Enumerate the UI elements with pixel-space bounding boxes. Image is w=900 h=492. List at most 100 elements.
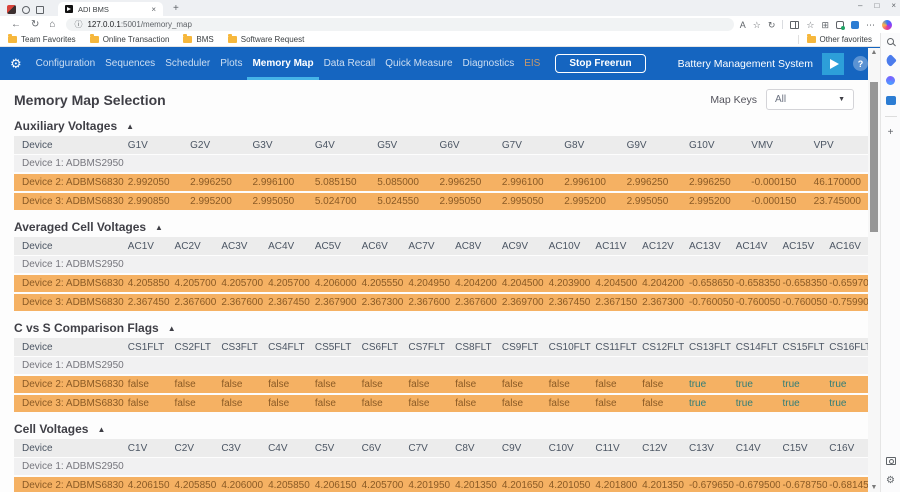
m365-copilot-icon[interactable] [886,96,896,105]
tab-actions-icon[interactable] [22,6,30,14]
value-cell: 4.206000 [313,278,360,289]
scrollbar-thumb[interactable] [870,82,878,232]
value-cell: 4.203900 [547,278,594,289]
nav-item-scheduler[interactable]: Scheduler [160,47,215,80]
tab-close-icon[interactable]: × [151,5,156,14]
search-icon[interactable] [887,38,894,45]
column-header: AC4V [266,241,313,252]
new-tab-button[interactable]: + [173,3,179,14]
scroll-down-icon[interactable]: ▼ [868,484,880,491]
run-play-icon[interactable] [822,53,844,75]
address-bar[interactable]: ⓘ 127.0.0.1:5001/memory_map [66,18,733,31]
window-maximize-button[interactable]: □ [874,1,879,11]
refresh-icon[interactable]: ↻ [31,19,39,30]
value-cell: false [500,398,547,409]
settings-gear-icon[interactable]: ⚙ [10,56,22,72]
help-icon[interactable]: ? [853,56,868,71]
value-cell: false [313,398,360,409]
section-header-cell-voltages[interactable]: Cell Voltages▲ [0,419,874,439]
tab-favicon-icon [65,5,73,13]
section-cell-voltages: Cell Voltages▲DeviceC1VC2VC3VC4VC5VC6VC7… [0,419,874,492]
collections-icon[interactable]: ⊞ [821,20,829,30]
section-averaged-cell-voltages: Averaged Cell Voltages▲DeviceAC1VAC2VAC3… [0,217,874,311]
value-cell: false [406,398,453,409]
vertical-tabs-icon[interactable] [36,6,44,14]
sidebar-settings-icon[interactable]: ⚙ [886,475,895,486]
column-header: C4V [266,443,313,454]
table-row[interactable]: Device 1: ADBMS2950 [14,458,874,475]
section-header-auxiliary-voltages[interactable]: Auxiliary Voltages▲ [0,116,874,136]
collapse-icon[interactable]: ▲ [168,324,176,333]
device-cell: Device 3: ADBMS6830 [14,398,126,409]
table-row[interactable]: Device 1: ADBMS2950 [14,155,874,172]
nav-item-memory-map[interactable]: Memory Map [247,47,318,80]
column-header: CS8FLT [453,342,500,353]
screenshot-icon[interactable] [886,457,896,465]
nav-item-plots[interactable]: Plots [215,47,247,80]
favorite-star-icon[interactable]: ☆ [753,20,761,30]
table-row[interactable]: Device 2: ADBMS68304.2058504.2057004.205… [14,275,874,292]
copilot-icon[interactable] [882,20,892,30]
value-cell: 2.367300 [640,297,687,308]
value-cell: 2.367600 [453,297,500,308]
column-header: CS16FLT [827,342,874,353]
table-row[interactable]: Device 1: ADBMS2950 [14,256,874,273]
scroll-up-icon[interactable]: ▲ [868,49,880,56]
workspace-icon[interactable] [7,5,16,14]
collapse-icon[interactable]: ▲ [155,223,163,232]
nav-item-eis[interactable]: EIS [519,47,545,80]
value-cell: 4.204950 [406,278,453,289]
table-row[interactable]: Device 1: ADBMS2950 [14,357,874,374]
value-cell: 5.024700 [313,196,375,207]
table-row[interactable]: Device 2: ADBMS6830falsefalsefalsefalsef… [14,376,874,393]
section-header-averaged-cell-voltages[interactable]: Averaged Cell Voltages▲ [0,217,874,237]
back-icon[interactable]: ← [11,19,21,30]
vertical-scrollbar[interactable]: ▲ ▼ [868,48,880,492]
site-info-icon[interactable]: ⓘ [74,19,82,30]
shopping-icon[interactable] [884,54,897,67]
table-row[interactable]: Device 2: ADBMS68302.9920502.9962502.996… [14,174,874,191]
browser-essentials-icon[interactable]: ↻ [768,20,776,30]
collapse-icon[interactable]: ▲ [126,122,134,131]
nav-item-sequences[interactable]: Sequences [100,47,160,80]
column-header: G2V [188,140,250,151]
settings-more-icon[interactable]: ⋯ [866,20,875,30]
bookmark-online-transaction[interactable]: Online Transaction [90,35,170,44]
table-row[interactable]: Device 3: ADBMS6830falsefalsefalsefalsef… [14,395,874,412]
value-cell: 2.367450 [126,297,173,308]
bookmark-team-favorites[interactable]: Team Favorites [8,35,76,44]
column-header: AC13V [687,241,734,252]
collapse-icon[interactable]: ▲ [97,425,105,434]
add-sidebar-item-icon[interactable]: + [888,128,894,137]
section-header-c-vs-s-comparison-flags[interactable]: C vs S Comparison Flags▲ [0,318,874,338]
column-header: C10V [547,443,594,454]
table-row[interactable]: Device 2: ADBMS68304.2061504.2058504.206… [14,477,874,492]
value-cell: 2.367600 [406,297,453,308]
nav-item-diagnostics[interactable]: Diagnostics [458,47,520,80]
favorites-bar-icon[interactable]: ☆ [806,20,814,30]
split-screen-icon[interactable] [790,21,799,29]
table-row[interactable]: Device 3: ADBMS68302.9908502.9952002.995… [14,193,874,210]
other-favorites[interactable]: Other favorites [798,35,872,44]
map-keys-select[interactable]: All ▼ [766,89,854,110]
nav-item-configuration[interactable]: Configuration [31,47,100,80]
stop-freerun-button[interactable]: Stop Freerun [555,54,645,73]
bookmark-software-request[interactable]: Software Request [228,35,305,44]
column-header: C2V [173,443,220,454]
essentials-icon[interactable] [886,76,895,85]
window-close-button[interactable]: × [891,1,896,11]
nav-item-data-recall[interactable]: Data Recall [319,47,381,80]
bookmark-bms[interactable]: BMS [183,35,213,44]
window-minimize-button[interactable]: – [858,1,862,11]
nav-item-quick-measure[interactable]: Quick Measure [380,47,457,80]
value-cell: false [219,398,266,409]
column-header: G6V [438,140,500,151]
extensions-icon[interactable] [836,21,844,29]
workspaces-browser-icon[interactable] [851,21,859,29]
table-row[interactable]: Device 3: ADBMS68302.3674502.3676002.367… [14,294,874,311]
home-icon[interactable]: ⌂ [49,19,55,30]
folder-icon [183,36,192,43]
read-aloud-icon[interactable]: A [740,20,746,30]
browser-tab[interactable]: ADI BMS × [58,2,163,16]
value-cell: -0.760050 [734,297,781,308]
